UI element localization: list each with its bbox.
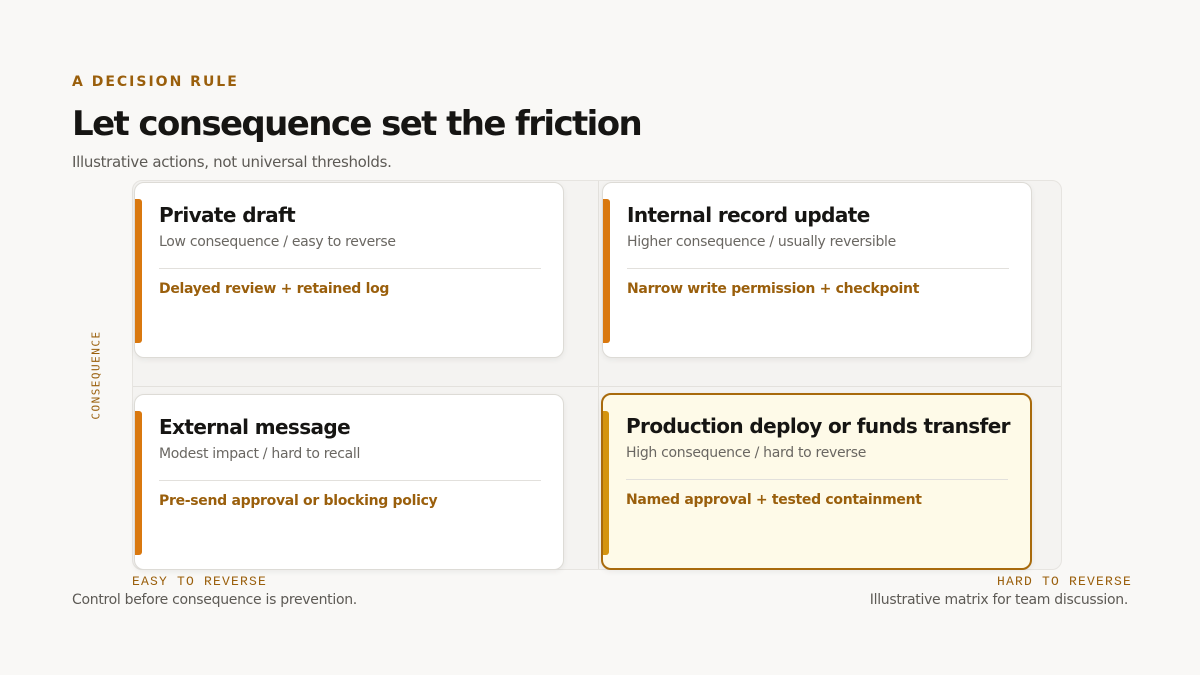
quadrant-card-production-deploy: Production deploy or funds transfer High… (601, 393, 1032, 570)
card-title: Private draft (159, 203, 296, 227)
card-subtitle: Higher consequence / usually reversible (627, 234, 896, 250)
card-accent-bar (135, 411, 142, 555)
card-divider (159, 480, 541, 481)
axis-y-label: CONSEQUENCE (89, 330, 103, 420)
card-control: Narrow write permission + checkpoint (627, 281, 920, 297)
card-title: External message (159, 415, 351, 439)
axis-x-left-label: EASY TO REVERSE (132, 574, 268, 589)
decision-matrix: Private draft Low consequence / easy to … (132, 180, 1062, 570)
matrix-divider-horizontal (133, 386, 1061, 387)
card-control: Pre-send approval or blocking policy (159, 493, 438, 509)
quadrant-card-private-draft: Private draft Low consequence / easy to … (134, 182, 564, 358)
card-accent-bar (603, 411, 609, 555)
matrix-divider-vertical (598, 181, 599, 569)
card-title: Production deploy or funds transfer (626, 414, 1011, 438)
eyebrow: A DECISION RULE (72, 74, 239, 90)
axis-x-right-label: HARD TO REVERSE (996, 574, 1132, 589)
card-accent-bar (135, 199, 142, 343)
card-title: Internal record update (627, 203, 870, 227)
page-subtitle: Illustrative actions, not universal thre… (72, 153, 392, 171)
quadrant-card-internal-record-update: Internal record update Higher consequenc… (602, 182, 1032, 358)
card-control: Named approval + tested containment (626, 492, 922, 508)
footer-note-right: Illustrative matrix for team discussion. (869, 592, 1129, 608)
card-divider (627, 268, 1009, 269)
quadrant-card-external-message: External message Modest impact / hard to… (134, 394, 564, 570)
card-accent-bar (603, 199, 610, 343)
card-subtitle: Modest impact / hard to recall (159, 446, 361, 462)
card-subtitle: High consequence / hard to reverse (626, 445, 867, 461)
card-control: Delayed review + retained log (159, 281, 390, 297)
footer-note-left: Control before consequence is prevention… (72, 592, 357, 608)
card-subtitle: Low consequence / easy to reverse (159, 234, 396, 250)
card-divider (159, 268, 541, 269)
page-title: Let consequence set the friction (72, 104, 643, 144)
card-divider (626, 479, 1008, 480)
